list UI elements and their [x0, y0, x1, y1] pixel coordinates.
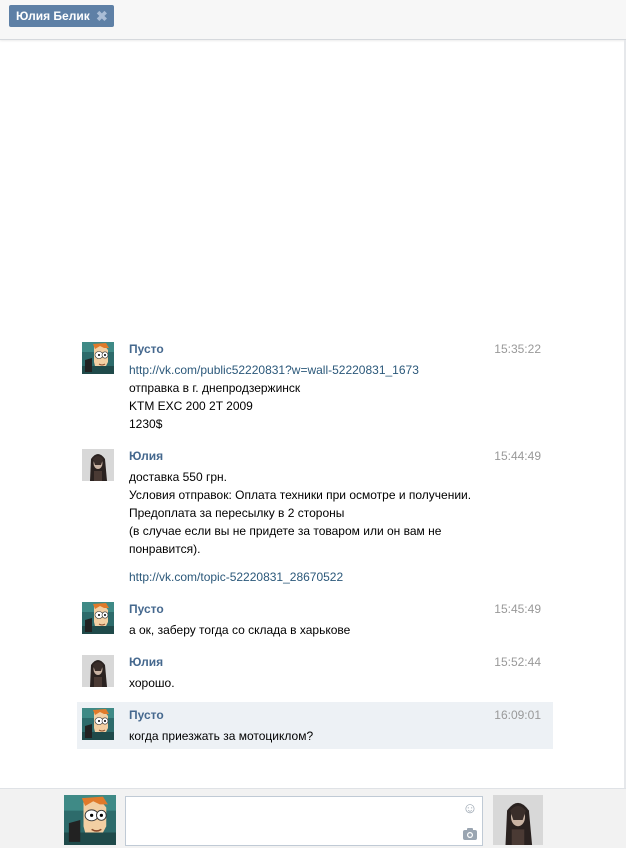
message-item-unread: Пусто 16:09:01 когда приезжать за мотоци… [77, 702, 553, 749]
avatar[interactable] [82, 655, 114, 687]
message-time: 15:52:44 [494, 655, 541, 669]
girl-avatar-icon [82, 655, 114, 687]
fry-avatar-icon [82, 342, 114, 374]
message-author[interactable]: Пусто [129, 708, 164, 722]
message-time: 15:44:49 [494, 449, 541, 463]
message-body: хорошо. [129, 674, 499, 692]
message-text: KTM EXC 200 2T 2009 [129, 399, 253, 413]
smiley-icon[interactable]: ☺ [462, 801, 478, 817]
girl-avatar-icon [82, 449, 114, 481]
peer-avatar[interactable] [493, 795, 543, 845]
message-text: Условия отправок: Оплата техники при осм… [129, 488, 472, 502]
message-text: отправка в г. днепродзержинск [129, 381, 301, 395]
message-item: Юлия 15:52:44 хорошо. [77, 649, 553, 699]
message-link[interactable]: http://vk.com/topic-52220831_28670522 [129, 568, 499, 586]
message-item: Юлия 15:44:49 доставка 550 грн. Условия … [77, 443, 553, 593]
avatar[interactable] [82, 342, 114, 374]
girl-avatar-icon [493, 795, 543, 845]
message-body: доставка 550 грн. Условия отправок: Опла… [129, 468, 499, 586]
message-text: (в случае если вы не придете за товаром … [129, 524, 442, 538]
message-item: Пусто 15:45:49 а ок, заберу тогда со скл… [77, 596, 553, 646]
message-time: 15:45:49 [494, 602, 541, 616]
message-author[interactable]: Юлия [129, 449, 163, 463]
avatar[interactable] [82, 449, 114, 481]
fry-avatar-icon [82, 708, 114, 740]
message-text: хорошо. [129, 676, 175, 690]
message-body: когда приезжать за мотоциклом? [129, 727, 499, 745]
my-avatar[interactable] [64, 795, 116, 845]
message-link[interactable]: http://vk.com/public52220831?w=wall-5222… [129, 361, 499, 379]
message-text: понравится). [129, 542, 201, 556]
message-text: Предоплата за пересылку в 2 стороны [129, 506, 345, 520]
message-author[interactable]: Юлия [129, 655, 163, 669]
close-icon[interactable]: ✖ [96, 5, 108, 27]
message-author[interactable]: Пусто [129, 342, 164, 356]
avatar[interactable] [82, 602, 114, 634]
fry-avatar-icon [82, 602, 114, 634]
top-bar: Юлия Белик ✖ [0, 0, 626, 40]
message-time: 15:35:22 [494, 342, 541, 356]
message-input[interactable]: ☺ [125, 796, 483, 846]
message-body: а ок, заберу тогда со склада в харькове [129, 621, 499, 639]
message-text: когда приезжать за мотоциклом? [129, 729, 314, 743]
message-composer: ☺ [0, 788, 626, 848]
message-body: http://vk.com/public52220831?w=wall-5222… [129, 361, 499, 433]
message-author[interactable]: Пусто [129, 602, 164, 616]
conversation-tab[interactable]: Юлия Белик ✖ [9, 5, 114, 27]
message-item: Пусто 15:35:22 http://vk.com/public52220… [77, 336, 553, 436]
message-text: 1230$ [129, 417, 163, 431]
avatar[interactable] [82, 708, 114, 740]
conversation-tab-label: Юлия Белик [16, 9, 90, 23]
message-time: 16:09:01 [494, 708, 541, 722]
message-text: а ок, заберу тогда со склада в харькове [129, 623, 351, 637]
camera-icon[interactable] [462, 827, 478, 841]
fry-avatar-icon [64, 795, 116, 845]
message-text: доставка 550 грн. [129, 470, 227, 484]
